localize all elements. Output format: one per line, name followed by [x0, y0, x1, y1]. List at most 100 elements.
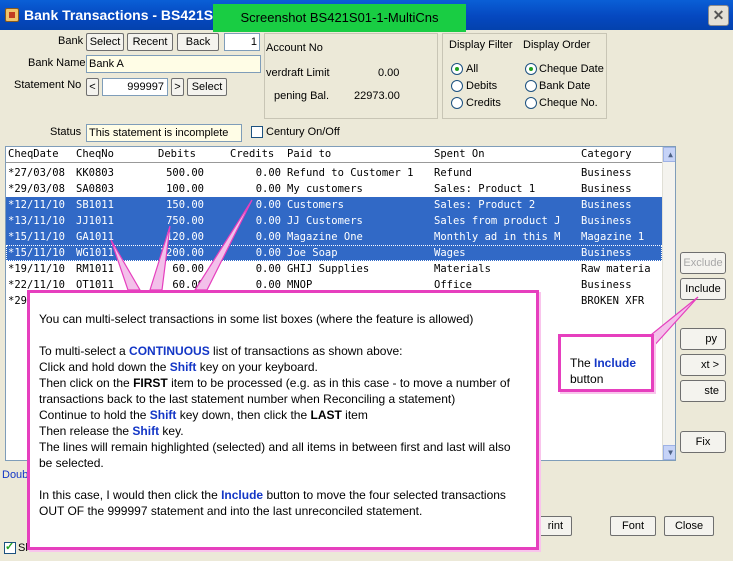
header-cheqdate[interactable]: CheqDate: [8, 147, 74, 162]
paste-button[interactable]: ste: [680, 380, 726, 402]
opening-balance-label: pening Bal.: [274, 90, 330, 102]
scroll-down-icon[interactable]: ▼: [663, 445, 675, 460]
row-paid-to: Refund to Customer 1: [287, 167, 414, 179]
statement-next-button[interactable]: >: [171, 78, 184, 96]
check-mark-icon: ✓: [5, 541, 15, 553]
row-spent-on: Materials: [434, 263, 491, 275]
close-icon[interactable]: ✕: [708, 5, 729, 26]
table-row[interactable]: *15/11/10 GA1011 120.00 0.00 Magazine One Mon…: [6, 229, 662, 245]
row-credit: 0.00: [255, 263, 281, 275]
row-credit: 0.00: [255, 199, 281, 211]
table-row[interactable]: *12/11/10 SB1011 150.00 0.00 Customers Sales:…: [6, 197, 662, 213]
filter-debits-radio[interactable]: [451, 80, 463, 92]
row-debit: 120.00: [166, 231, 204, 243]
order-cheque-date-radio[interactable]: [525, 63, 537, 75]
row-spent-on: Sales: Product 1: [434, 183, 536, 195]
header-paid-to[interactable]: Paid to: [287, 147, 331, 162]
list-header: CheqDate CheqNo Debits Credits Paid to S…: [6, 147, 662, 163]
filter-all-radio[interactable]: [451, 63, 463, 75]
row-category: BROKEN XFR: [581, 295, 645, 307]
bank-recent-button[interactable]: Recent: [127, 33, 173, 51]
statement-prev-button[interactable]: <: [86, 78, 99, 96]
table-row[interactable]: *13/11/10 JJ1011 750.00 0.00 JJ Customers Sal…: [6, 213, 662, 229]
exclude-button[interactable]: Exclude: [680, 252, 726, 274]
row-cheqdate: *29/03/08: [8, 183, 65, 195]
row-cheqdate: *15/11/10: [8, 247, 65, 259]
copy-button[interactable]: py: [680, 328, 726, 350]
row-category: Business: [581, 279, 632, 291]
order-bank-date-radio[interactable]: [525, 80, 537, 92]
row-debit: 150.00: [166, 199, 204, 211]
row-debit: 60.00: [172, 263, 204, 275]
row-spent-on: Monthly ad in this M: [434, 231, 561, 243]
opening-balance-value: 22973.00: [354, 90, 400, 102]
row-cheqdate: *13/11/10: [8, 215, 65, 227]
statement-label: Statement No: [14, 79, 82, 91]
row-paid-to: JJ Customers: [287, 215, 363, 227]
header-debits[interactable]: Debits: [158, 147, 196, 162]
century-checkbox[interactable]: [251, 126, 263, 138]
callout-line-highlighted: The lines will remain highlighted (selec…: [39, 440, 514, 470]
include-callout-text: The Include button: [570, 356, 640, 386]
next-button[interactable]: xt >: [680, 354, 726, 376]
bank-back-button[interactable]: Back: [177, 33, 219, 51]
filter-debits-label: Debits: [466, 80, 498, 92]
font-button[interactable]: Font: [610, 516, 656, 536]
status-label: Status: [50, 126, 82, 138]
row-debit: 100.00: [166, 183, 204, 195]
show-checkbox[interactable]: ✓: [4, 541, 16, 554]
row-paid-to: My customers: [287, 183, 363, 195]
include-button[interactable]: Include: [680, 278, 726, 300]
callout-line-intro: You can multi-select transactions in som…: [39, 312, 474, 326]
callout-line-first: Then click on the FIRST item to be proce…: [39, 376, 514, 406]
row-category: Business: [581, 199, 632, 211]
century-label: Century On/Off: [266, 126, 340, 138]
bank-name-field[interactable]: Bank A: [86, 55, 261, 73]
row-cheqdate: *15/11/10: [8, 231, 65, 243]
row-debit: 500.00: [166, 167, 204, 179]
list-scrollbar[interactable]: ▲ ▼: [662, 147, 675, 460]
row-category: Business: [581, 247, 632, 259]
order-bank-date-label: Bank Date: [539, 80, 591, 92]
bank-label: Bank: [58, 35, 84, 47]
table-row[interactable]: *19/11/10 RM1011 60.00 0.00 GHIJ Supplies Mat…: [6, 261, 662, 277]
header-cheqno[interactable]: CheqNo: [76, 147, 152, 162]
overdraft-limit-value: 0.00: [378, 67, 400, 79]
fix-button[interactable]: Fix: [680, 431, 726, 453]
bank-name-label: Bank Name: [28, 57, 86, 69]
table-row[interactable]: *29/03/08 SA0803 100.00 0.00 My customers Sal…: [6, 181, 662, 197]
header-spent-on[interactable]: Spent On: [434, 147, 485, 162]
close-button[interactable]: Close: [664, 516, 714, 536]
header-credits[interactable]: Credits: [230, 147, 274, 162]
row-credit: 0.00: [255, 167, 281, 179]
statement-number-field[interactable]: 999997: [102, 78, 168, 96]
table-row[interactable]: *27/03/08 KK0803 500.00 0.00 Refund to Custo…: [6, 165, 662, 181]
bank-number-field[interactable]: 1: [224, 33, 260, 51]
double-click-hint: Doub: [2, 469, 29, 481]
row-cheqdate: *27/03/08: [8, 167, 65, 179]
screenshot-banner: Screenshot BS421S01-1-MultiCns: [213, 4, 466, 32]
callout-line-release: Then release the Shift key.: [39, 424, 184, 438]
scroll-up-icon[interactable]: ▲: [663, 147, 675, 162]
row-spent-on: Refund: [434, 167, 472, 179]
window-title: Bank Transactions - BS421S01: [24, 7, 229, 23]
row-category: Business: [581, 215, 632, 227]
callout-line-select: To multi-select a CONTINUOUS list of tra…: [39, 344, 403, 358]
row-cheqdate: *12/11/10: [8, 199, 65, 211]
row-paid-to: Magazine One: [287, 231, 363, 243]
filter-credits-radio[interactable]: [451, 97, 463, 109]
order-cheque-date-label: Cheque Date: [539, 63, 604, 75]
statement-select-button[interactable]: Select: [187, 78, 227, 96]
header-category[interactable]: Category: [581, 147, 632, 162]
filter-credits-label: Credits: [466, 97, 501, 109]
row-category: Business: [581, 183, 632, 195]
row-cheqdate: *19/11/10: [8, 263, 65, 275]
include-callout: The Include button: [558, 334, 654, 392]
table-row[interactable]: *15/11/10 WG1011 1200.00 0.00 Joe Soap Wages B…: [6, 245, 662, 261]
row-paid-to: GHIJ Supplies: [287, 263, 370, 275]
overdraft-limit-label: verdraft Limit: [266, 67, 330, 79]
row-credit: 0.00: [255, 231, 281, 243]
bank-select-button[interactable]: Select: [86, 33, 124, 51]
row-debit: 1200.00: [159, 247, 204, 259]
order-cheque-no-radio[interactable]: [525, 97, 537, 109]
